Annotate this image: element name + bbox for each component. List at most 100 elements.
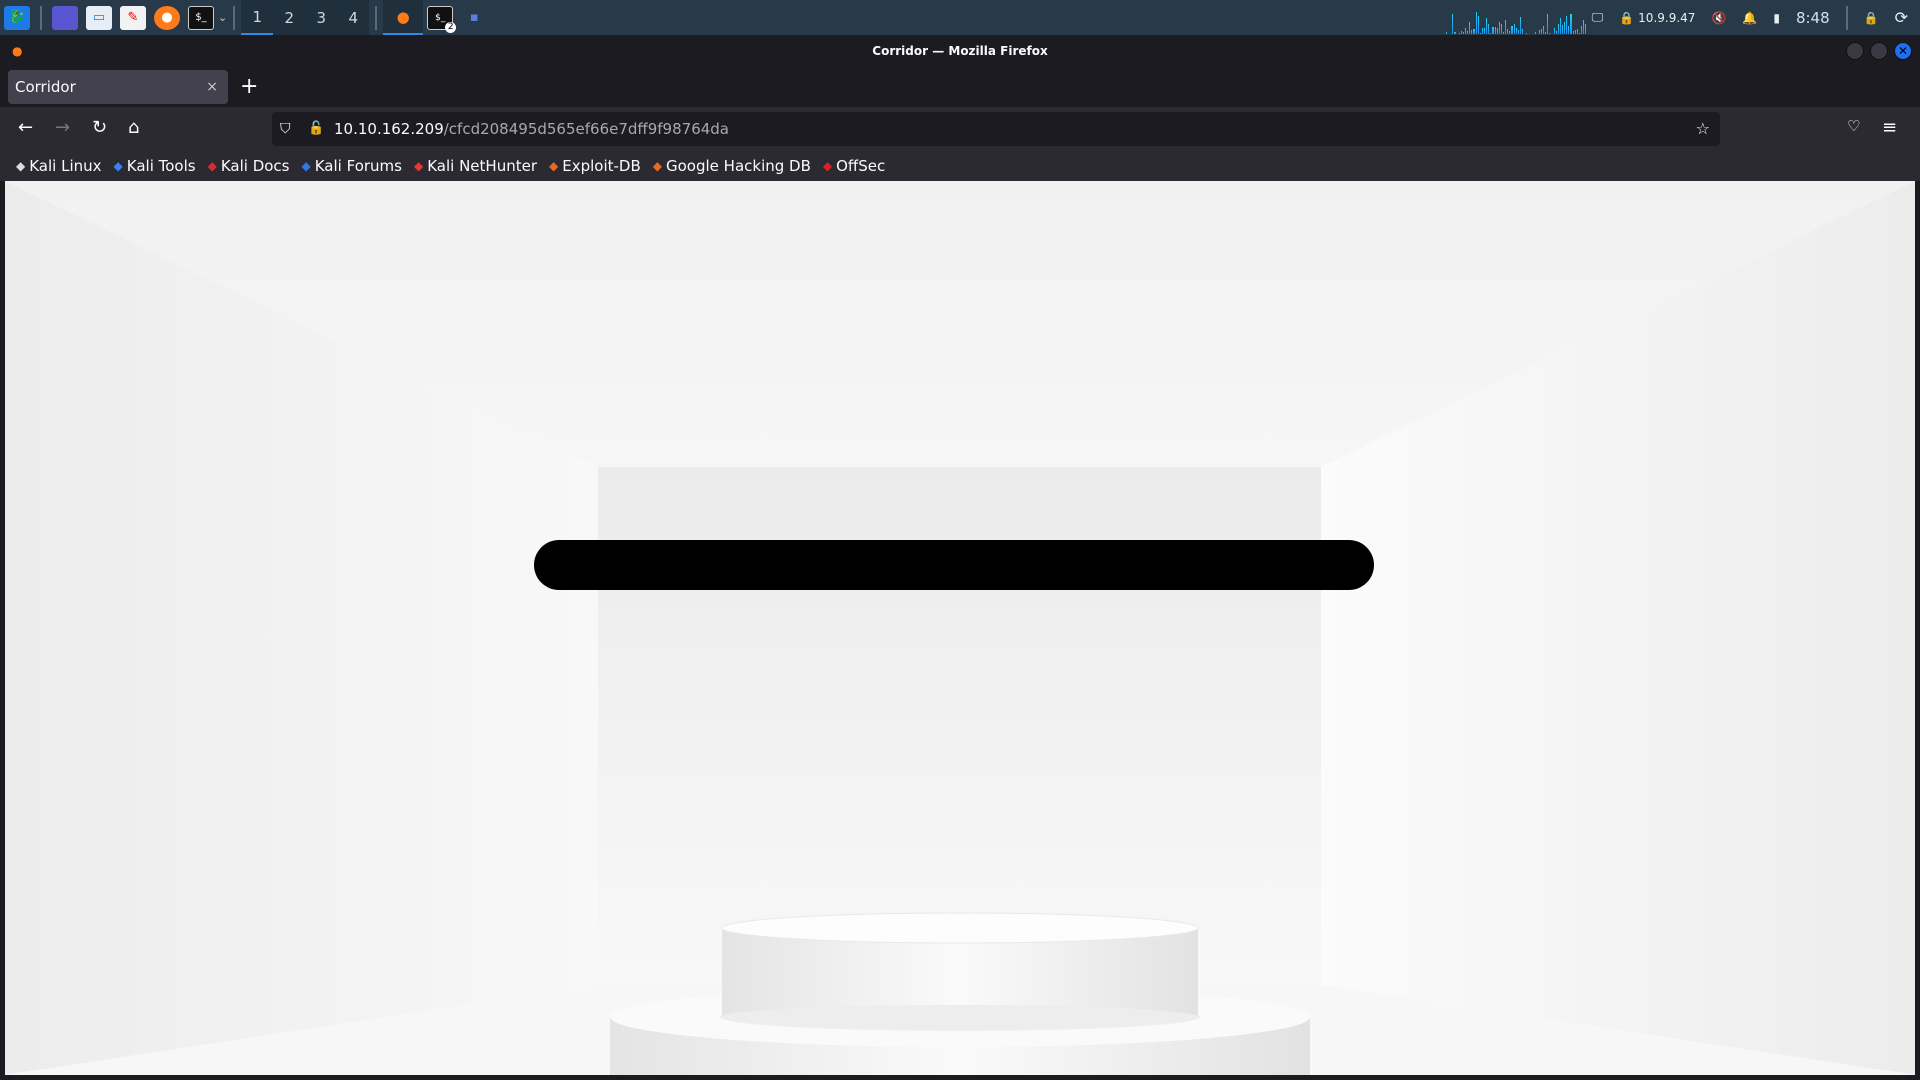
- tab-close-icon[interactable]: ×: [206, 70, 218, 104]
- kali-forums-icon: ◆: [301, 159, 311, 173]
- cpu-graph-bar: [1543, 26, 1545, 34]
- cpu-graph-bar: [1458, 33, 1460, 34]
- cpu-graph-bar: [1513, 24, 1515, 34]
- cpu-graph-bar: [1540, 29, 1543, 34]
- cpu-graph-bar: [1507, 29, 1509, 34]
- divider: [233, 5, 236, 30]
- bookmark-kali-forums[interactable]: ◆ Kali Forums: [302, 157, 402, 175]
- chevron-down-icon[interactable]: ⌄: [218, 11, 227, 24]
- cpu-graph-bar: [1517, 30, 1519, 34]
- tab-corridor[interactable]: Corridor ×: [8, 70, 228, 104]
- tab-bar: Corridor × +: [0, 67, 1920, 107]
- url-bar[interactable]: ⛉ 🔓 10.10.162.209/cfcd208495d565ef66e7df…: [272, 112, 1720, 146]
- cpu-graph-bar: [1500, 24, 1502, 34]
- logout-icon[interactable]: ⟳: [1895, 8, 1908, 27]
- bookmark-kali-tools[interactable]: ◆ Kali Tools: [114, 157, 196, 175]
- cpu-graph-bar: [1475, 12, 1477, 34]
- notification-bell-icon[interactable]: 🔔: [1742, 11, 1757, 25]
- kali-menu-icon[interactable]: 🐉: [4, 5, 30, 30]
- cpu-graph-bar: [1538, 30, 1540, 34]
- insecure-lock-icon[interactable]: 🔓: [308, 112, 324, 146]
- workspace-2[interactable]: 2: [273, 0, 306, 35]
- bookmark-label: Kali Forums: [314, 157, 402, 175]
- kali-dragon-icon: ◆: [16, 159, 26, 173]
- cpu-graph-bar: [1585, 24, 1587, 34]
- system-tray: 🖵 🔒 10.9.9.47 🔇 🔔 ▮ 8:48 🔒 ⟳: [1592, 0, 1920, 35]
- pocket-icon[interactable]: ♡: [1847, 117, 1860, 135]
- vpn-lock-icon[interactable]: 🔒 10.9.9.47: [1619, 11, 1695, 25]
- cpu-graph-bar: [1576, 29, 1578, 34]
- cpu-graph-bar: [1477, 16, 1479, 34]
- cpu-graph-bar: [1464, 28, 1467, 34]
- window-titlebar: ● Corridor — Mozilla Firefox: [0, 35, 1920, 67]
- workspace-4[interactable]: 4: [337, 0, 370, 35]
- bookmark-google-hacking-db[interactable]: ◆ Google Hacking DB: [653, 157, 811, 175]
- bookmark-kali-docs[interactable]: ◆ Kali Docs: [208, 157, 290, 175]
- network-icon[interactable]: 🖵: [1592, 10, 1604, 25]
- cpu-graph-bar: [1549, 33, 1551, 34]
- app-task-button[interactable]: ▪: [461, 6, 487, 30]
- clock[interactable]: 8:48: [1796, 9, 1830, 27]
- bookmark-label: Kali Docs: [220, 157, 290, 175]
- divider: [375, 5, 378, 30]
- nethunter-icon: ◆: [413, 159, 424, 173]
- forward-button[interactable]: →: [55, 117, 70, 138]
- cpu-graph-bar: [1566, 16, 1568, 34]
- bookmark-offsec[interactable]: ◆ OffSec: [823, 157, 885, 175]
- cpu-graph-bar: [1494, 27, 1496, 34]
- cpu-graph-bar: [1505, 20, 1507, 34]
- cpu-graph-bar: [1583, 20, 1585, 34]
- bookmark-label: Google Hacking DB: [666, 157, 811, 175]
- cpu-graph-bar: [1559, 18, 1562, 34]
- file-manager-icon[interactable]: ▭: [86, 5, 112, 30]
- cpu-graph-bar: [1534, 32, 1536, 34]
- cpu-graph-bar: [1581, 26, 1583, 34]
- page-content: [5, 181, 1915, 1075]
- show-desktop-icon[interactable]: [52, 5, 78, 30]
- home-button[interactable]: ⌂: [128, 117, 139, 138]
- cpu-graph-bar: [1496, 28, 1498, 34]
- bookmark-exploit-db[interactable]: ◆ Exploit-DB: [549, 157, 641, 175]
- back-button[interactable]: ←: [18, 117, 33, 138]
- terminal-count-badge: 2: [445, 21, 457, 33]
- lock-screen-icon[interactable]: 🔒: [1864, 11, 1879, 25]
- cpu-graph-bar: [1471, 30, 1473, 34]
- workspace-3[interactable]: 3: [305, 0, 338, 35]
- exploit-db-icon: ◆: [549, 159, 559, 173]
- reload-button[interactable]: ↻: [92, 117, 107, 138]
- bookmark-label: Kali Tools: [126, 157, 196, 175]
- bookmark-kali-nethunter[interactable]: ◆ Kali NetHunter: [414, 157, 537, 175]
- cpu-graph-bar: [1486, 18, 1488, 34]
- bookmark-star-icon[interactable]: ☆: [1696, 112, 1710, 146]
- cpu-graph-bar: [1467, 31, 1469, 34]
- bookmark-kali-linux[interactable]: ◆ Kali Linux: [16, 157, 102, 175]
- terminal-icon[interactable]: $_: [188, 5, 214, 30]
- offsec-icon: ◆: [822, 159, 833, 173]
- minimize-button[interactable]: [1846, 42, 1864, 60]
- text-editor-icon[interactable]: ✎: [120, 5, 146, 30]
- cpu-graph-bar: [1483, 28, 1486, 34]
- cpu-graph-bar: [1547, 14, 1549, 34]
- cpu-graph-bar: [1509, 31, 1511, 34]
- url-host: 10.10.162.209: [334, 120, 444, 138]
- cpu-graph-bar: [1574, 30, 1576, 34]
- muted-speaker-icon[interactable]: 🔇: [1711, 11, 1726, 25]
- menu-icon[interactable]: ≡: [1882, 117, 1897, 138]
- maximize-button[interactable]: [1870, 42, 1888, 60]
- firefox-task-button[interactable]: ●: [383, 0, 424, 35]
- cpu-graph-bar: [1521, 29, 1524, 34]
- podium-top-surface: [721, 912, 1199, 944]
- terminal-task-button[interactable]: $_ 2: [427, 5, 457, 33]
- bookmark-label: OffSec: [836, 157, 886, 175]
- cpu-graph-bar: [1446, 32, 1448, 34]
- cpu-graph-bar: [1481, 28, 1483, 34]
- url-path: /cfcd208495d565ef66e7dff9f98764da: [443, 120, 729, 138]
- workspace-1[interactable]: 1: [241, 0, 274, 35]
- new-tab-button[interactable]: +: [240, 70, 258, 104]
- shield-icon[interactable]: ⛉: [280, 112, 291, 146]
- cpu-graph-bar: [1469, 22, 1471, 34]
- firefox-icon[interactable]: ●: [154, 5, 180, 30]
- cpu-graph-bar: [1460, 31, 1462, 34]
- battery-icon[interactable]: ▮: [1773, 11, 1780, 25]
- close-window-button[interactable]: ✕: [1894, 42, 1912, 60]
